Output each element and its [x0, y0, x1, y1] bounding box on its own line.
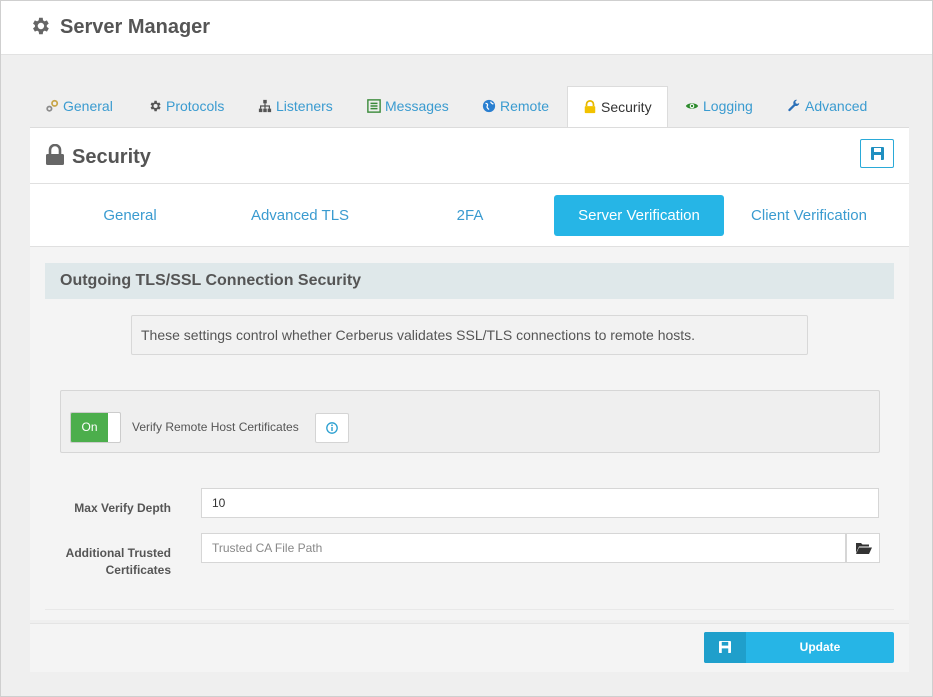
globe-icon [482, 99, 496, 113]
security-panel: Security General Advanced TLS 2FA Server… [30, 127, 909, 620]
tab-general[interactable]: General [45, 86, 113, 128]
main-tabs: General Protocols Listeners Messages Rem… [30, 86, 909, 129]
max-verify-depth-label: Max Verify Depth [74, 501, 171, 515]
wrench-icon [788, 99, 800, 112]
tab-security[interactable]: Security [567, 86, 668, 129]
tab-remote[interactable]: Remote [482, 86, 549, 128]
subtab-general[interactable]: General [45, 195, 215, 236]
tab-listeners[interactable]: Listeners [258, 86, 333, 128]
lock-icon [46, 144, 64, 165]
divider [45, 609, 894, 610]
security-subtabs: General Advanced TLS 2FA Server Verifica… [30, 184, 909, 247]
tab-protocols[interactable]: Protocols [148, 86, 224, 128]
footer-bar: Update [30, 623, 909, 672]
app-title: Server Manager [60, 16, 211, 38]
folder-open-icon [856, 543, 872, 554]
subtab-server-verification[interactable]: Server Verification [554, 195, 724, 236]
trusted-certs-label-line2: Certificates [105, 563, 171, 577]
verify-toggle-group: On Verify Remote Host Certificates [60, 390, 880, 453]
eye-icon [685, 103, 699, 109]
tab-listeners-label: Listeners [276, 98, 333, 114]
subtab-2fa[interactable]: 2FA [385, 195, 555, 236]
gear-icon [150, 100, 161, 112]
subtab-advanced-tls[interactable]: Advanced TLS [215, 195, 385, 236]
trusted-ca-path-input[interactable] [201, 533, 846, 563]
update-button[interactable]: Update [704, 632, 894, 663]
gear-icon [33, 17, 49, 35]
save-icon [871, 147, 884, 160]
tab-remote-label: Remote [500, 98, 550, 114]
trusted-certs-label: Additional Trusted Certificates [41, 545, 171, 579]
info-message: These settings control whether Cerberus … [131, 315, 808, 355]
server-manager-window: Server Manager General Protocols Listene… [0, 0, 933, 697]
info-button[interactable] [315, 413, 349, 443]
panel-title: Security [72, 146, 151, 168]
tab-advanced[interactable]: Advanced [787, 86, 867, 128]
title-bar: Server Manager [1, 1, 932, 55]
save-icon [719, 641, 731, 653]
tab-logging-label: Logging [703, 98, 753, 114]
tab-general-label: General [63, 98, 113, 114]
info-icon [326, 422, 338, 434]
subtab-client-verification[interactable]: Client Verification [724, 195, 894, 236]
panel-header: Security [30, 128, 909, 184]
lock-icon [584, 100, 596, 114]
list-icon [367, 99, 381, 113]
trusted-certs-label-line1: Additional Trusted [65, 546, 171, 560]
toggle-state: On [71, 413, 108, 442]
sitemap-icon [258, 99, 272, 113]
tab-security-label: Security [601, 99, 652, 115]
section-title: Outgoing TLS/SSL Connection Security [45, 263, 894, 299]
update-button-label: Update [799, 640, 841, 654]
browse-folder-button[interactable] [846, 533, 880, 563]
tab-messages-label: Messages [385, 98, 449, 114]
tab-messages[interactable]: Messages [367, 86, 449, 128]
max-verify-depth-input[interactable] [201, 488, 879, 518]
tab-advanced-label: Advanced [805, 98, 868, 114]
cog-link-icon [46, 99, 59, 112]
verify-remote-host-label: Verify Remote Host Certificates [132, 420, 299, 434]
verify-remote-host-toggle[interactable]: On [70, 412, 121, 443]
update-icon-cell [704, 632, 746, 663]
save-button[interactable] [860, 139, 894, 168]
server-verification-content: Outgoing TLS/SSL Connection Security The… [30, 247, 909, 620]
tab-logging[interactable]: Logging [685, 86, 753, 128]
tab-protocols-label: Protocols [166, 98, 225, 114]
